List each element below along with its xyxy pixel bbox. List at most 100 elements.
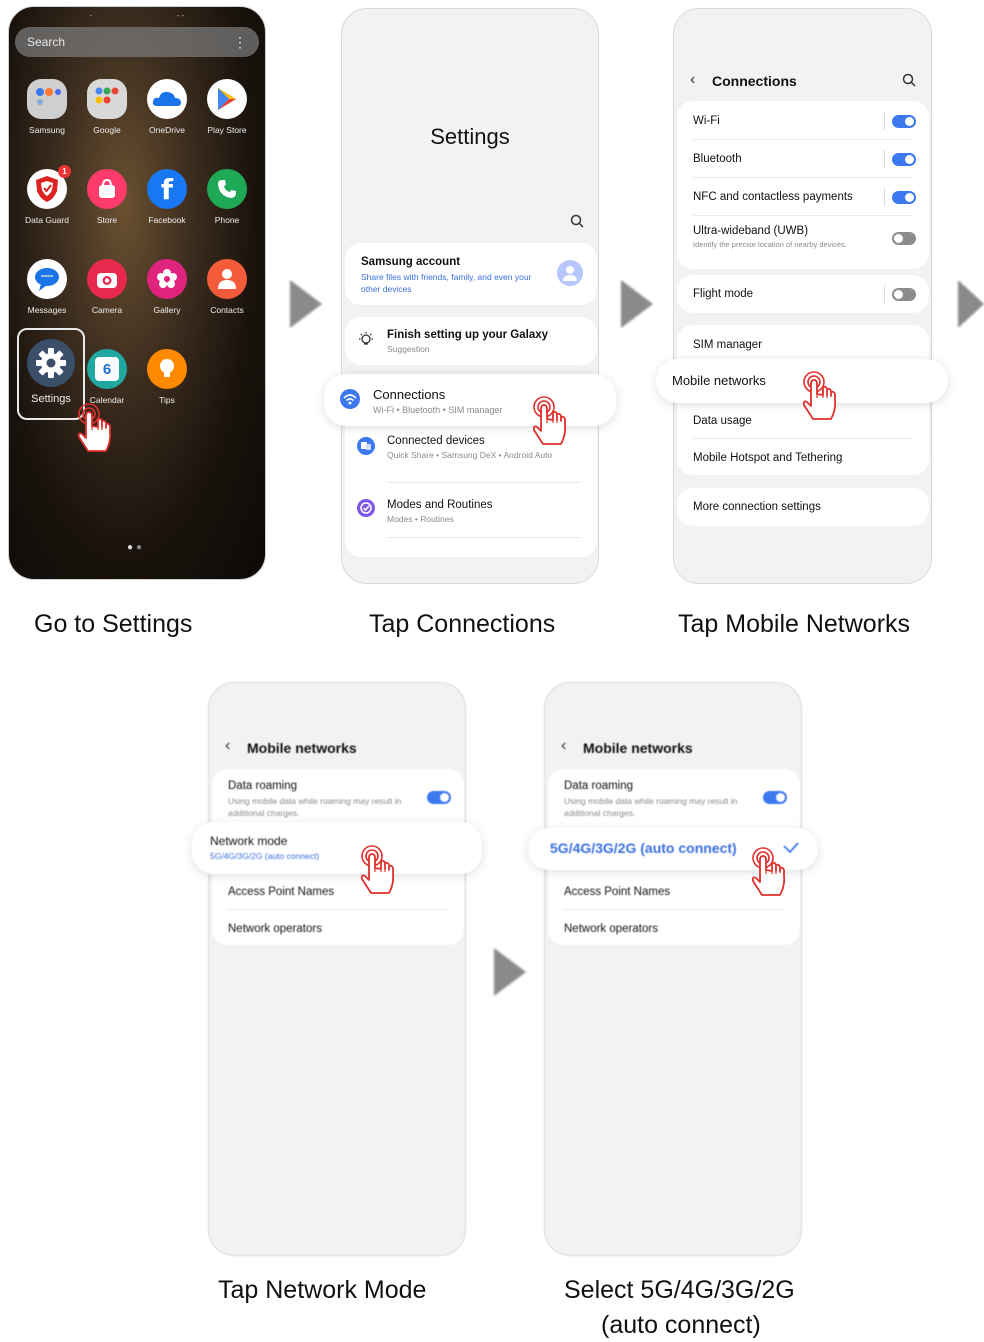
samsung-folder-icon bbox=[27, 79, 67, 119]
more-settings-card[interactable]: More connection settings bbox=[677, 488, 929, 526]
back-arrow-icon[interactable]: ‹ bbox=[561, 737, 566, 755]
connections-phone: ‹ Connections Wi-Fi Bluetooth NFC and co… bbox=[673, 8, 932, 584]
uwb-item[interactable]: Ultra-wideband (UWB) Identify the precis… bbox=[693, 225, 913, 249]
app-play-store[interactable]: Play Store bbox=[197, 79, 257, 135]
more-options-icon[interactable]: ⋮ bbox=[233, 27, 247, 57]
page-indicator[interactable]: ●● bbox=[127, 542, 145, 553]
divider bbox=[693, 215, 913, 216]
network-mode-value: 5G/4G/3G/2G (auto connect) bbox=[210, 851, 320, 861]
home-search-placeholder: Search bbox=[27, 35, 66, 49]
tap-hand-icon bbox=[77, 403, 112, 452]
search-icon[interactable] bbox=[570, 214, 584, 228]
page-title: Settings bbox=[430, 124, 510, 149]
nfc-toggle[interactable] bbox=[892, 191, 916, 204]
nfc-label: NFC and contactless payments bbox=[693, 191, 853, 203]
gallery-flower-icon bbox=[147, 259, 187, 299]
onedrive-cloud-icon bbox=[147, 79, 187, 119]
connections-item[interactable]: Connections Wi-Fi • Bluetooth • SIM mana… bbox=[324, 374, 616, 426]
app-facebook[interactable]: f Facebook bbox=[137, 169, 197, 225]
arrow-right-icon bbox=[621, 280, 653, 328]
app-label: Contacts bbox=[210, 305, 244, 315]
settings-phone: Settings Samsung account Share files wit… bbox=[341, 8, 599, 584]
caption-step-3: Tap Mobile Networks bbox=[678, 610, 911, 638]
avatar bbox=[557, 260, 583, 286]
app-tips[interactable]: Tips bbox=[137, 349, 197, 405]
bluetooth-toggle[interactable] bbox=[892, 153, 916, 166]
app-data-guard[interactable]: 1 Data Guard bbox=[17, 165, 77, 225]
settings-gear-icon bbox=[27, 339, 75, 387]
search-icon[interactable] bbox=[902, 73, 916, 87]
lightbulb-icon bbox=[359, 332, 373, 345]
bluetooth-label: Bluetooth bbox=[693, 153, 742, 165]
hotspot-item[interactable]: Mobile Hotspot and Tethering bbox=[693, 452, 913, 464]
store-bag-icon bbox=[87, 169, 127, 209]
uwb-title: Ultra-wideband (UWB) bbox=[693, 225, 809, 237]
separator bbox=[884, 150, 885, 168]
data-roaming-toggle[interactable] bbox=[763, 791, 787, 804]
back-arrow-icon[interactable]: ‹ bbox=[690, 71, 695, 89]
data-roaming-item[interactable]: Data roaming Using mobile data while roa… bbox=[564, 780, 750, 819]
network-operators-item[interactable]: Network operators bbox=[228, 923, 448, 935]
connections-subtitle: Wi-Fi • Bluetooth • SIM manager bbox=[373, 405, 503, 415]
divider bbox=[693, 438, 913, 439]
app-label: Phone bbox=[214, 215, 240, 225]
sim-manager-item[interactable]: SIM manager bbox=[693, 339, 913, 351]
back-arrow-icon[interactable]: ‹ bbox=[225, 737, 230, 755]
flight-mode-card[interactable]: Flight mode bbox=[677, 275, 929, 313]
auto-connect-label: 5G/4G/3G/2G (auto connect) bbox=[550, 840, 737, 856]
wifi-label: Wi-Fi bbox=[693, 115, 720, 127]
modes-routines-title: Modes and Routines bbox=[387, 499, 493, 511]
data-roaming-title: Data roaming bbox=[564, 780, 634, 792]
data-roaming-item[interactable]: Data roaming Using mobile data while roa… bbox=[228, 780, 414, 819]
app-label: Settings bbox=[31, 393, 71, 405]
app-camera[interactable]: Camera bbox=[77, 259, 137, 315]
data-guard-shield-icon: 1 bbox=[27, 165, 71, 209]
messages-bubble-icon bbox=[27, 259, 67, 299]
finish-setup-card[interactable]: Finish setting up your Galaxy Suggestion bbox=[345, 317, 597, 365]
page-title: Connections bbox=[712, 73, 797, 89]
app-phone[interactable]: Phone bbox=[197, 169, 257, 225]
app-calendar[interactable]: 6 Calendar bbox=[77, 349, 137, 405]
app-label: Play Store bbox=[207, 125, 247, 135]
tap-hand-icon bbox=[360, 845, 395, 894]
calendar-icon: 6 bbox=[87, 349, 127, 389]
flight-mode-toggle[interactable] bbox=[892, 288, 916, 301]
data-roaming-toggle[interactable] bbox=[427, 791, 451, 804]
samsung-account-card[interactable]: Samsung account Share files with friends… bbox=[345, 243, 597, 305]
wifi-item[interactable]: Wi-Fi bbox=[693, 115, 913, 127]
wifi-icon bbox=[340, 389, 360, 409]
app-label: Tips bbox=[159, 395, 175, 405]
app-google[interactable]: Google bbox=[77, 79, 137, 135]
network-operators-item[interactable]: Network operators bbox=[564, 923, 784, 935]
apn-item[interactable]: Access Point Names bbox=[228, 886, 448, 898]
app-settings[interactable]: Settings bbox=[21, 339, 81, 405]
caption-step-5-line-2: (auto connect) bbox=[601, 1311, 761, 1339]
app-contacts[interactable]: Contacts bbox=[197, 259, 257, 315]
arrow-right-icon bbox=[290, 280, 322, 328]
flight-mode-label: Flight mode bbox=[693, 288, 754, 300]
app-label: Facebook bbox=[148, 215, 186, 225]
bluetooth-item[interactable]: Bluetooth bbox=[693, 153, 913, 165]
uwb-toggle[interactable] bbox=[892, 232, 916, 245]
data-roaming-subtitle: Using mobile data while roaming may resu… bbox=[564, 796, 738, 818]
app-store[interactable]: Store bbox=[77, 169, 137, 225]
separator bbox=[884, 188, 885, 206]
app-label: Google bbox=[93, 125, 121, 135]
tap-hand-icon bbox=[802, 371, 837, 420]
contacts-person-icon bbox=[207, 259, 247, 299]
network-operators-label: Network operators bbox=[228, 923, 322, 935]
nfc-item[interactable]: NFC and contactless payments bbox=[693, 191, 913, 203]
network-mode-item[interactable]: Network mode 5G/4G/3G/2G (auto connect) bbox=[192, 822, 482, 874]
home-search-bar[interactable]: Search ⋮ bbox=[15, 27, 259, 57]
app-label: Data Guard bbox=[25, 215, 69, 225]
app-gallery[interactable]: Gallery bbox=[137, 259, 197, 315]
app-label: Gallery bbox=[153, 305, 181, 315]
app-label: OneDrive bbox=[149, 125, 185, 135]
caption-step-1: Go to Settings bbox=[34, 610, 193, 638]
caption-step-4: Tap Network Mode bbox=[218, 1276, 427, 1304]
wifi-toggle[interactable] bbox=[892, 115, 916, 128]
app-messages[interactable]: Messages bbox=[17, 259, 77, 315]
app-onedrive[interactable]: OneDrive bbox=[137, 79, 197, 135]
app-samsung[interactable]: Samsung bbox=[17, 79, 77, 135]
modes-routines-item[interactable]: Modes and Routines Modes • Routines bbox=[345, 485, 597, 537]
